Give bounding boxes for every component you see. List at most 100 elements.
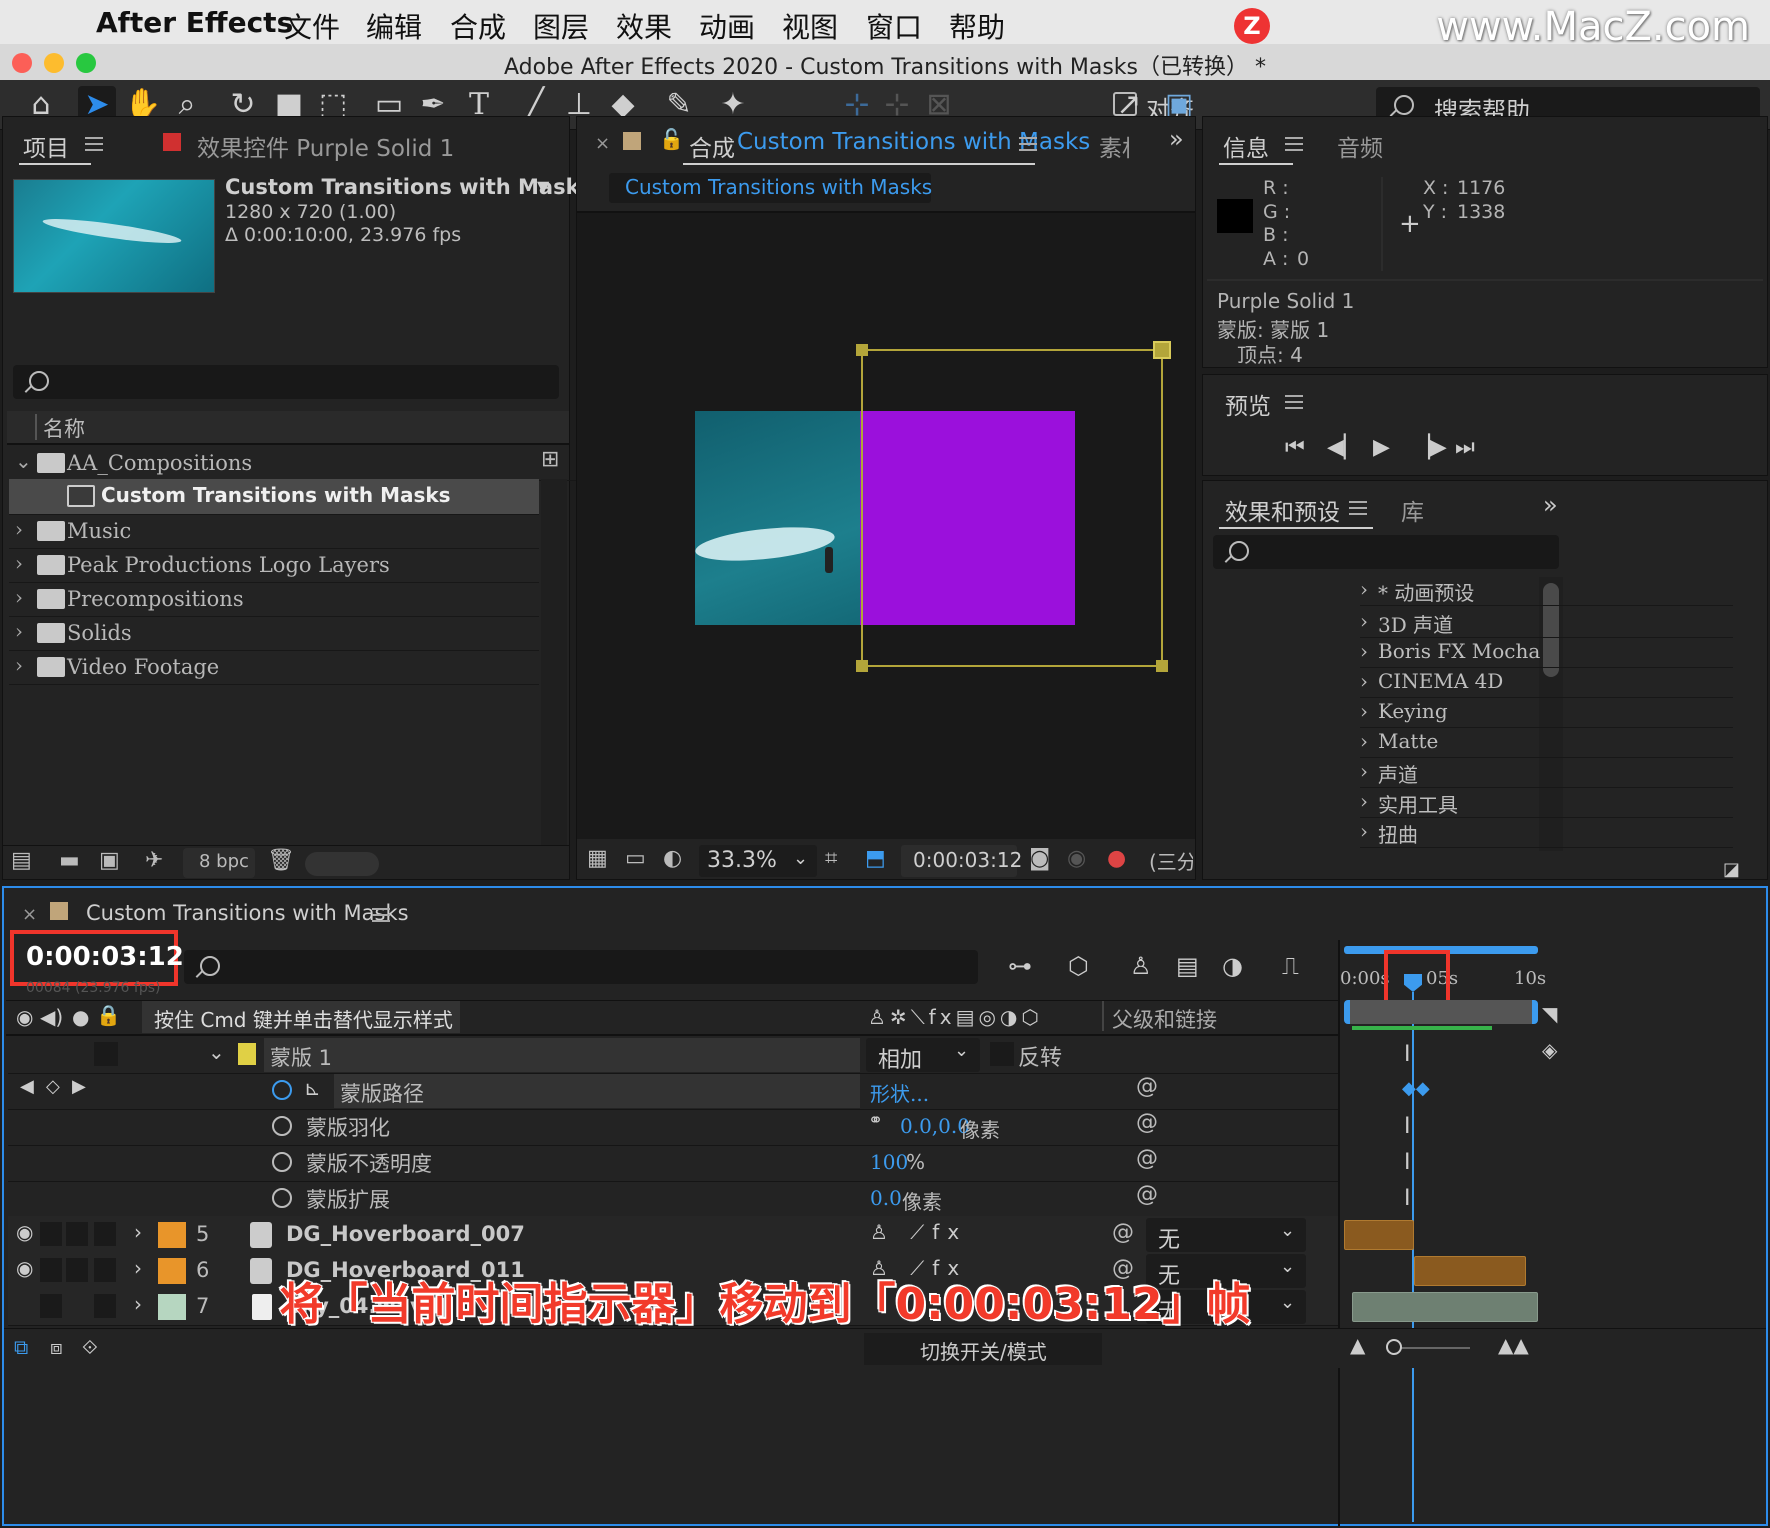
folder-row[interactable]: › Video Footage <box>9 649 539 685</box>
shy-layers-icon[interactable]: ♙ <box>1130 952 1152 980</box>
timeline-search-input[interactable] <box>184 950 978 984</box>
previous-frame-icon[interactable]: ◀▏ <box>1327 435 1361 460</box>
zoom-dropdown[interactable]: 33.3% ⌄ <box>699 845 817 877</box>
effects-category-row[interactable]: › Boris FX Mocha <box>1360 636 1733 668</box>
mask-property-row[interactable]: 蒙版不透明度 100 % @ <box>8 1144 1338 1182</box>
channel-icon[interactable]: ● <box>1107 846 1126 871</box>
menu-layer[interactable]: 图层 <box>533 6 589 46</box>
play-icon[interactable]: ▶ <box>1373 435 1390 460</box>
composition-row[interactable]: Custom Transitions with Masks <box>9 479 539 515</box>
project-search-input[interactable] <box>13 365 559 399</box>
in-out-toggle-icon[interactable]: ⟐ <box>82 1335 98 1359</box>
interpret-footage-icon[interactable]: ▤ <box>11 848 32 873</box>
mask-visibility-icon[interactable]: ◐ <box>663 846 682 871</box>
pick-whip-icon[interactable]: @ <box>1136 1074 1158 1099</box>
pick-whip-icon[interactable]: @ <box>1136 1110 1158 1135</box>
eye-icon[interactable]: ◉ <box>16 1005 33 1029</box>
solo-icon[interactable]: ● <box>72 1005 89 1029</box>
adjust-settings-icon[interactable]: ✈ <box>145 848 163 873</box>
mask-vertex-handle[interactable] <box>1156 660 1168 672</box>
graph-icon[interactable]: ⊾ <box>304 1076 321 1100</box>
chevron-right-icon[interactable]: › <box>15 551 23 575</box>
property-value[interactable]: 形状... <box>870 1078 929 1107</box>
chevron-right-icon[interactable]: › <box>15 517 23 541</box>
effects-category-row[interactable]: › 实用工具 <box>1360 786 1733 818</box>
effects-category-row[interactable]: › CINEMA 4D <box>1360 666 1733 698</box>
mask-property-row[interactable]: 蒙版扩展 0.0 像素 @ <box>8 1180 1338 1218</box>
motion-blur-icon[interactable]: ◑ <box>1222 952 1243 980</box>
menu-help[interactable]: 帮助 <box>949 6 1005 46</box>
composition-mini-flowchart-icon[interactable]: ⊶ <box>1008 952 1032 980</box>
menu-window[interactable]: 窗口 <box>866 6 922 46</box>
layer-switches-toggle-icon[interactable]: ⧉ <box>14 1335 28 1359</box>
next-frame-icon[interactable]: ▕▶ <box>1413 435 1447 460</box>
graph-editor-toggle-icon[interactable]: ◈ <box>1542 1038 1557 1062</box>
layer-name[interactable]: DG_Hoverboard_007 <box>286 1222 525 1246</box>
effects-category-row[interactable]: › 声道 <box>1360 756 1733 788</box>
current-time-display[interactable]: 0:00:03:12 <box>901 845 1022 877</box>
menu-effect[interactable]: 效果 <box>616 6 672 46</box>
tab-audio[interactable]: 音频 <box>1337 129 1383 163</box>
layer-duration-bar[interactable] <box>1344 1220 1414 1250</box>
always-preview-icon[interactable]: ▦ <box>587 846 608 871</box>
effects-category-row[interactable]: › Matte <box>1360 726 1733 758</box>
menu-app-name[interactable]: After Effects <box>96 6 293 39</box>
switch-cell[interactable] <box>66 1222 88 1246</box>
mask-vertex-handle[interactable] <box>1153 341 1171 359</box>
time-navigator[interactable] <box>1344 1000 1538 1024</box>
chevron-down-icon[interactable]: ⌄ <box>208 1040 225 1064</box>
switch-cell[interactable] <box>94 1042 118 1066</box>
new-composition-icon[interactable]: ▣ <box>99 848 120 873</box>
close-icon[interactable]: × <box>595 133 610 154</box>
panel-menu-icon[interactable] <box>1349 501 1367 515</box>
panel-menu-icon[interactable] <box>1285 137 1303 151</box>
eye-icon[interactable]: ◉ <box>16 1220 33 1244</box>
trash-icon[interactable]: 🗑 <box>267 848 295 873</box>
effects-category-row[interactable]: › 3D 声道 <box>1360 606 1733 638</box>
mask-mode-dropdown[interactable]: 相加 ⌄ <box>866 1038 980 1073</box>
chevron-right-icon[interactable]: › <box>15 653 23 677</box>
double-chevron-right-icon[interactable]: » <box>1543 491 1558 519</box>
region-of-interest-icon[interactable]: ⌗ <box>825 846 837 871</box>
close-icon[interactable]: × <box>22 904 37 925</box>
panel-menu-icon[interactable] <box>1285 395 1303 409</box>
stopwatch-icon[interactable] <box>272 1080 292 1100</box>
tab-footage[interactable]: 素材 <box>1099 129 1129 163</box>
new-folder-icon[interactable]: ▬ <box>59 848 80 873</box>
zoom-slider[interactable] <box>1386 1339 1470 1355</box>
effects-category-row[interactable]: › * 动画预设 <box>1360 574 1733 606</box>
pick-whip-icon[interactable]: @ <box>1112 1220 1134 1245</box>
new-preset-icon[interactable]: ◪ <box>1723 859 1749 880</box>
current-time-display[interactable]: 0:00:03:12 <box>26 942 184 972</box>
folder-row[interactable]: › Solids <box>9 615 539 651</box>
folder-row[interactable]: ⌄ AA_Compositions ⊞ <box>9 445 607 481</box>
invert-checkbox[interactable] <box>990 1042 1014 1066</box>
transparency-grid-icon[interactable]: ⬒ <box>865 846 886 871</box>
first-frame-icon[interactable]: ⏮ <box>1285 435 1305 460</box>
stopwatch-icon[interactable] <box>272 1152 292 1172</box>
mask-name-field[interactable]: 蒙版 1 <box>264 1038 860 1072</box>
zoom-slider-thumb[interactable] <box>1386 1339 1402 1355</box>
switches-icons[interactable]: ♙✲⟍fx▤◎◑⬡ <box>868 1005 1043 1029</box>
snapshot-icon[interactable]: ◙ <box>1029 846 1050 871</box>
draft-3d-icon[interactable]: ⬡ <box>1068 952 1089 980</box>
stopwatch-icon[interactable] <box>272 1116 292 1136</box>
panel-menu-icon[interactable] <box>85 137 103 151</box>
switch-cell[interactable] <box>40 1222 62 1246</box>
pick-whip-icon[interactable]: @ <box>1136 1182 1158 1207</box>
zoom-in-icon[interactable]: ▲▲ <box>1498 1333 1529 1357</box>
chevron-down-icon[interactable]: ⌄ <box>15 449 32 473</box>
monitor-icon[interactable]: ▭ <box>625 846 646 871</box>
chevron-right-icon[interactable]: › <box>134 1220 142 1244</box>
comp-tab-prefix[interactable]: 合成 <box>689 129 735 163</box>
layer-row[interactable]: ◉ › 5 DG_Hoverboard_007 ♙ ⟋fx @ 无 ⌄ <box>8 1216 1338 1254</box>
comp-marker-icon[interactable]: ◥ <box>1542 1002 1557 1026</box>
parent-dropdown[interactable]: 无 ⌄ <box>1146 1218 1306 1253</box>
folder-row[interactable]: › Music <box>9 513 539 549</box>
double-chevron-right-icon[interactable]: » <box>1169 125 1184 153</box>
previous-keyframe-icon[interactable]: ◀ <box>20 1076 34 1097</box>
transfer-controls-toggle-icon[interactable]: ⧈ <box>50 1335 63 1359</box>
show-snapshot-icon[interactable]: ◉ <box>1067 846 1086 871</box>
menu-file[interactable]: 文件 <box>284 6 340 46</box>
constrain-link-icon[interactable]: ⚭ <box>868 1110 883 1131</box>
